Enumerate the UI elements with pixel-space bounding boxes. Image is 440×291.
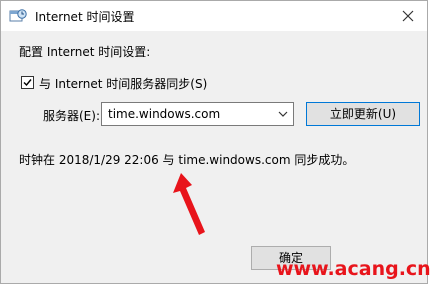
update-now-button[interactable]: 立即更新(U): [306, 102, 420, 126]
sync-checkbox[interactable]: [21, 76, 34, 89]
checkmark-icon: [23, 79, 32, 87]
server-combobox[interactable]: time.windows.com: [101, 102, 294, 126]
watermark-text: www.acang.cn: [276, 258, 431, 280]
configure-section-label: 配置 Internet 时间设置:: [19, 45, 151, 59]
title-bar: Internet 时间设置: [1, 1, 427, 31]
server-label: 服务器(E):: [43, 109, 100, 123]
server-value: time.windows.com: [108, 107, 221, 121]
sync-status-text: 时钟在 2018/1/29 22:06 与 time.windows.com 同…: [19, 153, 355, 167]
clock-globe-icon: [9, 8, 27, 24]
close-icon: [402, 10, 414, 22]
window-title: Internet 时间设置: [35, 10, 135, 24]
chevron-down-icon: [278, 111, 288, 117]
red-arrow-icon: [173, 173, 205, 235]
close-button[interactable]: [399, 7, 417, 25]
sync-checkbox-label[interactable]: 与 Internet 时间服务器同步(S): [39, 75, 207, 92]
internet-time-settings-dialog: Internet 时间设置 配置 Internet 时间设置: 与 Intern…: [0, 0, 428, 284]
